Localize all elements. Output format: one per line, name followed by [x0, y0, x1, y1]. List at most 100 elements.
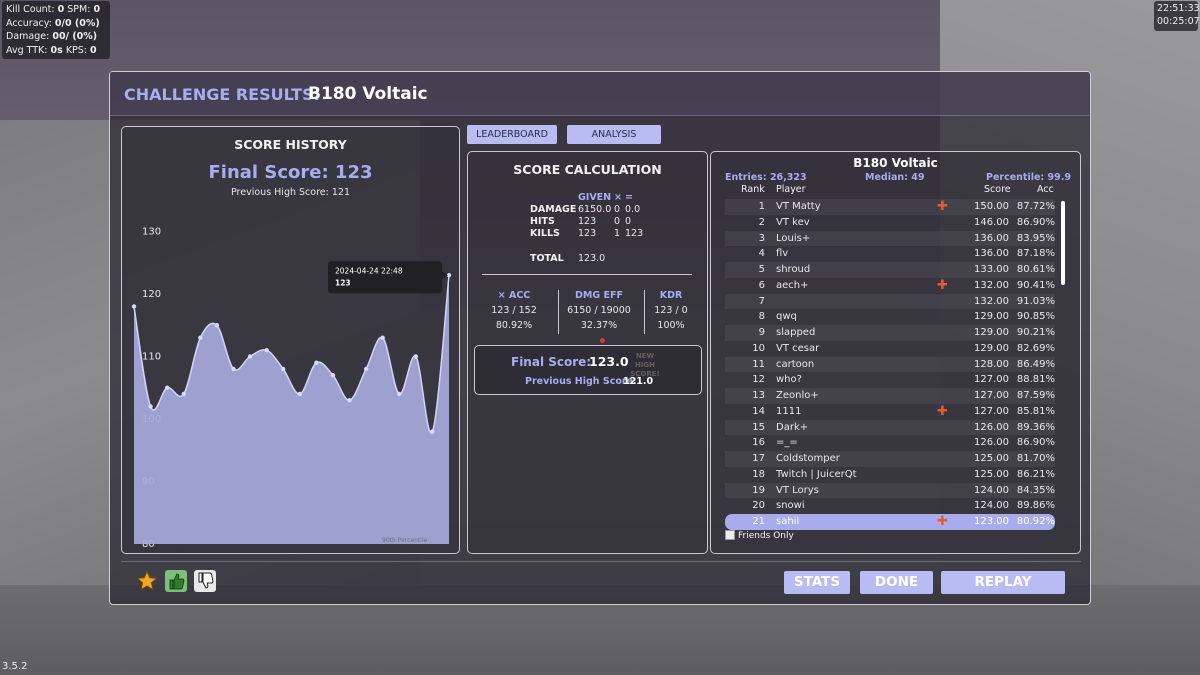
calc-row-total: TOTAL 123.0 [530, 253, 606, 264]
score-history-chart: 80901001101201302024-04-24 22:4812390th … [131, 227, 452, 550]
history-point[interactable] [380, 335, 385, 340]
leaderboard-row[interactable]: 3 Louis+ 136.00 83.95% [725, 230, 1055, 247]
leaderboard-row[interactable]: 11 cartoon 128.00 86.49% [725, 356, 1055, 373]
history-area [134, 275, 449, 544]
row-rank: 15 [752, 421, 765, 433]
friends-only-checkbox[interactable]: Friends Only [725, 530, 794, 541]
row-player: aech+ [776, 279, 809, 291]
leaderboard-row-self[interactable]: 21 sahil ✚ 123.00 80.92% [725, 514, 1055, 530]
score-calculation-title: SCORE CALCULATION [513, 162, 662, 177]
row-acc: 87.18% [1016, 248, 1055, 260]
calc-row-kills: KILLS 123 1 123 [530, 228, 644, 239]
col-rank: Rank [741, 184, 765, 195]
leaderboard-row[interactable]: 14 1111 ✚ 127.00 85.81% [725, 404, 1055, 420]
history-point[interactable] [164, 385, 170, 390]
row-player: cartoon [776, 358, 815, 370]
history-point[interactable] [214, 323, 220, 328]
history-point[interactable] [281, 366, 286, 372]
leaderboard-row[interactable]: 13 Zeonlo+ 127.00 87.59% [725, 388, 1055, 404]
history-point[interactable] [181, 391, 186, 397]
title-bar: CHALLENGE RESULTS: B180 Voltaic [110, 72, 1089, 116]
leaderboard-row[interactable]: 6 aech+ ✚ 132.00 90.41% [725, 278, 1055, 294]
thumbs-down-icon[interactable] [194, 570, 216, 592]
row-rank: 13 [752, 390, 765, 401]
row-acc: 81.70% [1016, 453, 1055, 464]
hud-stats-panel: Kill Count: 0 SPM: 0 Accuracy: 0/0 (0%) … [2, 1, 110, 59]
row-player: Dark+ [776, 421, 809, 433]
leaderboard-row[interactable]: 18 Twitch | JuicerQt 125.00 86.21% [725, 467, 1055, 483]
row-acc: 83.95% [1016, 232, 1055, 244]
history-point[interactable] [314, 360, 319, 365]
leaderboard-row[interactable]: 15 Dark+ 126.00 89.36% [725, 419, 1055, 436]
row-score: 132.00 [974, 295, 1009, 307]
leaderboard-row[interactable]: 19 VT Lorys 124.00 84.35% [725, 482, 1055, 499]
scenario-name: B180 Voltaic [308, 84, 428, 104]
score-calculation-panel: SCORE CALCULATION GIVEN × = DAMAGE 6150.… [467, 151, 708, 554]
row-rank: 1 [758, 201, 765, 212]
row-score: 150.00 [974, 201, 1009, 212]
leaderboard-row[interactable]: 20 snowi 124.00 89.86% [725, 498, 1055, 514]
history-point[interactable] [131, 304, 137, 309]
history-point[interactable] [148, 404, 153, 409]
history-point[interactable] [363, 366, 369, 372]
tab-analysis[interactable]: ANALYSIS [567, 125, 661, 144]
leaderboard-row[interactable]: 9 slapped 129.00 90.21% [725, 325, 1055, 341]
leaderboard-row[interactable]: 7 132.00 91.03% [725, 293, 1055, 310]
leaderboard-median: Median: 49 [865, 172, 925, 183]
history-point[interactable] [347, 398, 352, 403]
row-acc: 86.90% [1016, 216, 1055, 228]
history-point[interactable] [397, 391, 402, 397]
row-rank: 2 [758, 216, 765, 228]
row-rank: 20 [752, 500, 765, 512]
history-point[interactable] [231, 366, 236, 372]
history-point[interactable] [297, 391, 302, 397]
row-rank: 21 [752, 516, 765, 527]
row-score: 146.00 [974, 216, 1009, 228]
row-rank: 10 [752, 342, 765, 354]
leaderboard-row[interactable]: 17 Coldstomper 125.00 81.70% [725, 451, 1055, 467]
leaderboard-row[interactable]: 10 VT cesar 129.00 82.69% [725, 341, 1055, 357]
history-point[interactable] [413, 354, 419, 359]
history-point[interactable] [264, 348, 269, 353]
thumbs-up-icon[interactable] [165, 570, 187, 592]
row-score: 125.00 [974, 468, 1009, 480]
row-acc: 87.72% [1016, 201, 1055, 212]
history-point[interactable] [430, 429, 435, 434]
row-player: =_= [776, 437, 798, 449]
leaderboard-row[interactable]: 1 VT Matty ✚ 150.00 87.72% [725, 199, 1055, 215]
replay-button[interactable]: REPLAY [941, 571, 1065, 594]
leaderboard-row[interactable]: 2 VT kev 146.00 86.90% [725, 215, 1055, 231]
stat-damage-efficiency: DMG EFF 6150 / 19000 32.37% [567, 290, 631, 331]
hud-clock: 22:51:33 00:25:07 [1154, 1, 1200, 31]
row-score: 129.00 [974, 311, 1009, 323]
row-acc: 84.35% [1016, 484, 1055, 496]
row-score: 127.00 [974, 374, 1009, 386]
leaderboard-row[interactable]: 12 who? 127.00 88.81% [725, 372, 1055, 388]
leaderboard-row[interactable]: 5 shroud 133.00 80.61% [725, 262, 1055, 278]
row-rank: 16 [752, 437, 765, 449]
clock-time: 22:51:33 [1157, 3, 1200, 14]
tab-leaderboard[interactable]: LEADERBOARD [467, 125, 557, 144]
done-button[interactable]: DONE [860, 571, 933, 594]
row-player: Zeonlo+ [776, 390, 819, 401]
row-score: 132.00 [974, 279, 1009, 291]
leaderboard-row[interactable]: 8 qwq 129.00 90.85% [725, 309, 1055, 325]
history-point[interactable] [198, 335, 203, 340]
stats-button[interactable]: STATS [784, 571, 850, 594]
title-prefix: CHALLENGE RESULTS: [124, 85, 321, 104]
plus-icon: ✚ [937, 199, 948, 214]
row-score: 129.00 [974, 342, 1009, 354]
leaderboard-scrollbar[interactable] [1061, 201, 1065, 285]
col-player: Player [776, 184, 806, 195]
bottom-separator [121, 561, 1081, 562]
history-point[interactable] [247, 354, 253, 359]
row-score: 133.00 [974, 264, 1009, 275]
leaderboard-row[interactable]: 16 =_= 126.00 86.90% [725, 435, 1055, 451]
previous-high-label: Previous High Score: [525, 376, 637, 387]
row-acc: 87.59% [1016, 390, 1055, 401]
star-icon[interactable] [136, 570, 158, 592]
checkbox-box[interactable] [725, 530, 735, 540]
history-point[interactable] [330, 373, 336, 378]
leaderboard-row[interactable]: 4 flv 136.00 87.18% [725, 246, 1055, 262]
calc-separator [482, 274, 692, 275]
